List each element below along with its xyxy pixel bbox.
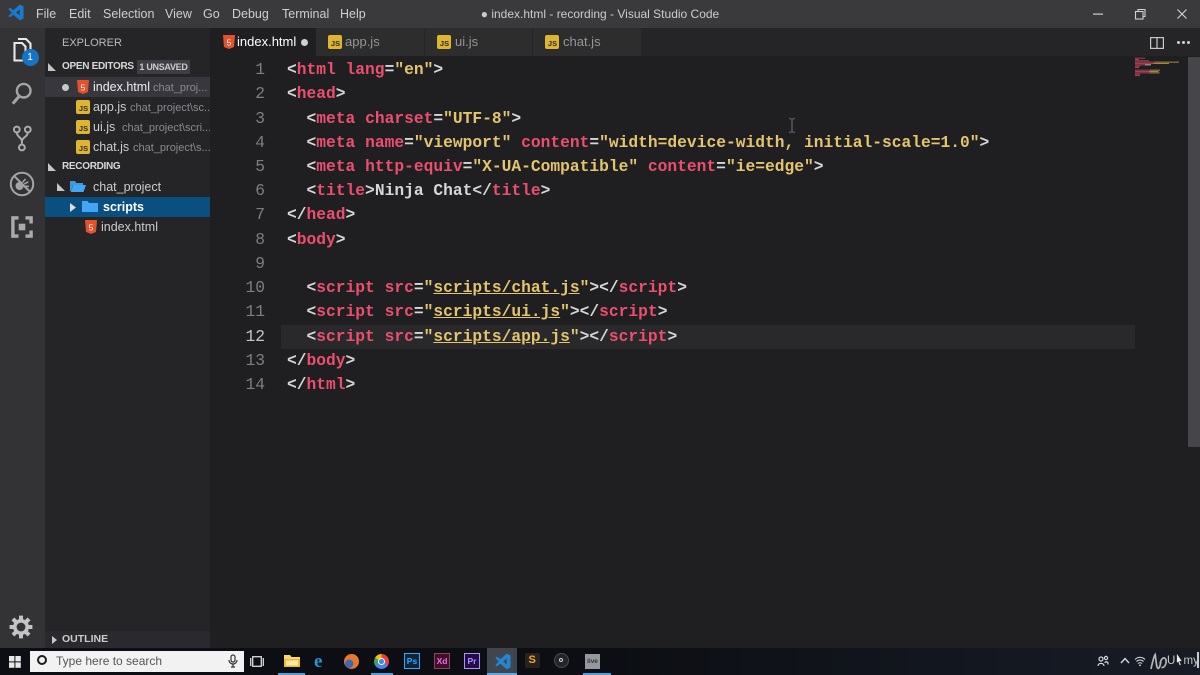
svg-text:5: 5 xyxy=(89,223,94,233)
svg-text:5: 5 xyxy=(227,38,232,48)
svg-text:JS: JS xyxy=(79,144,88,153)
svg-text:5: 5 xyxy=(81,83,86,93)
svg-text:JS: JS xyxy=(331,39,340,48)
svg-text:JS: JS xyxy=(79,104,88,113)
svg-text:JS: JS xyxy=(440,39,449,48)
svg-text:JS: JS xyxy=(548,39,557,48)
svg-text:JS: JS xyxy=(79,124,88,133)
